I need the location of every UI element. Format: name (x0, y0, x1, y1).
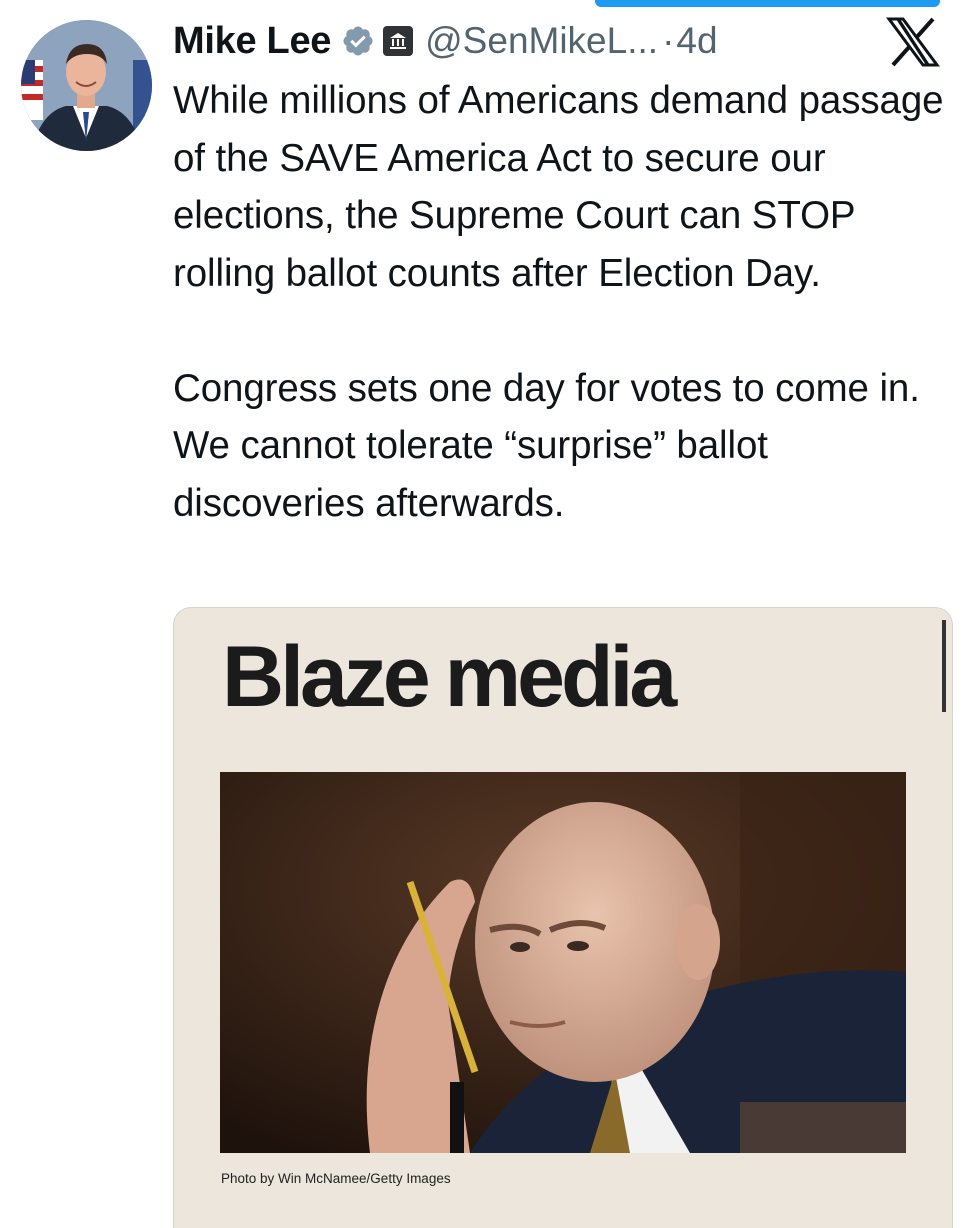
avatar-photo (21, 20, 152, 151)
x-logo-icon[interactable] (885, 16, 941, 68)
post-header: Mike Lee @SenMikeL... · 4d (173, 14, 718, 68)
brand-wordmark: Blaze media (222, 634, 677, 720)
author-handle[interactable]: @SenMikeL... (425, 20, 658, 62)
article-photo[interactable] (220, 772, 906, 1153)
post-paragraph-1: While millions of Americans demand passa… (173, 79, 944, 295)
post-timestamp[interactable]: 4d (676, 20, 717, 62)
avatar[interactable] (21, 20, 152, 151)
photo-credit: Photo by Win McNamee/Getty Images (221, 1171, 451, 1186)
separator-dot: · (662, 20, 675, 61)
author-name[interactable]: Mike Lee (173, 20, 331, 63)
post-paragraph-2: Congress sets one day for votes to come … (173, 366, 920, 525)
verified-icon[interactable] (341, 24, 375, 58)
government-building-icon[interactable] (383, 26, 414, 56)
brand-word-media: media (444, 629, 678, 725)
post-text: While millions of Americans demand passa… (173, 72, 953, 532)
top-edge-bar (595, 0, 940, 7)
blaze-media-logo: Blaze media (222, 608, 677, 728)
brand-word-blaze: Blaze (222, 629, 431, 725)
media-card[interactable]: Blaze media Photo by Win McNamee/Getty I… (173, 607, 953, 1228)
logo-divider (942, 620, 946, 712)
